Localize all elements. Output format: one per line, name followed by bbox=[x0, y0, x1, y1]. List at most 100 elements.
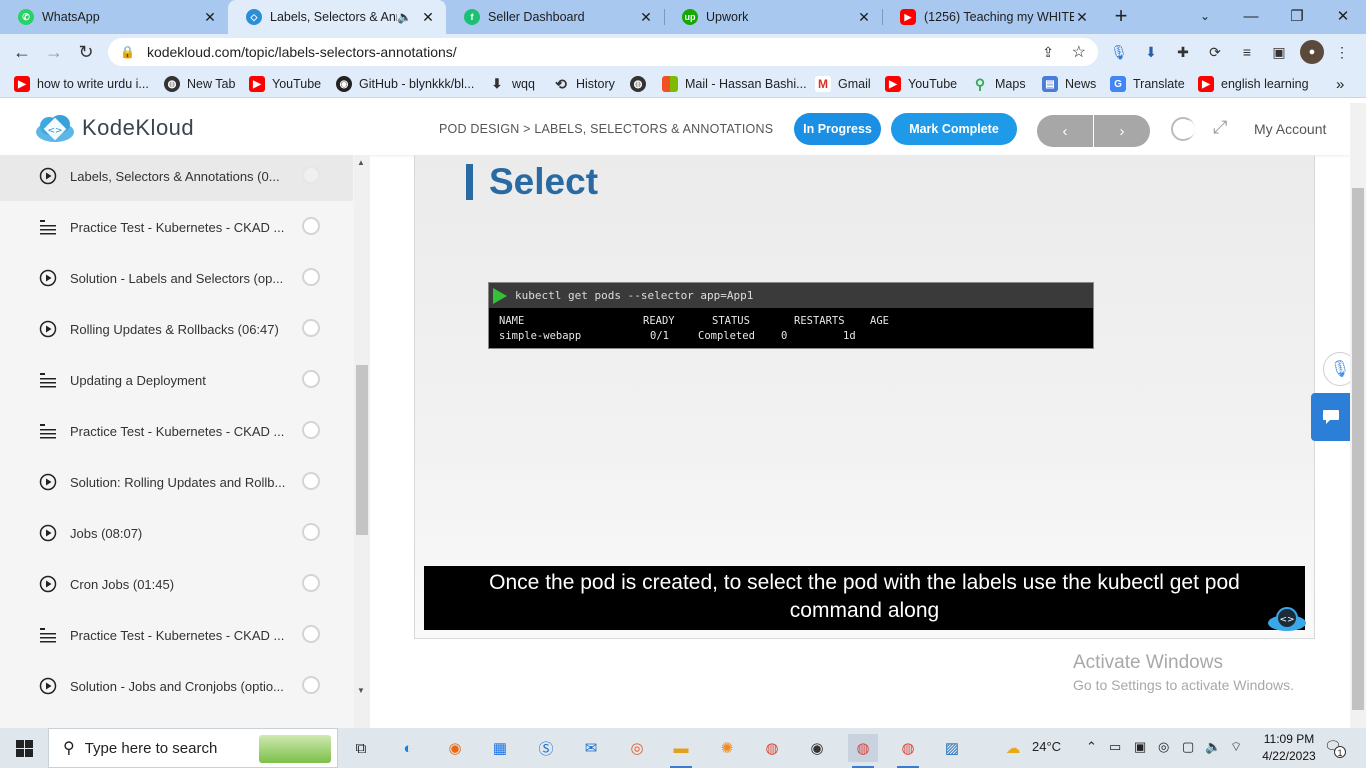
completion-circle[interactable] bbox=[302, 421, 320, 439]
completion-circle[interactable] bbox=[302, 217, 320, 235]
forward-button[interactable]: → bbox=[41, 39, 67, 65]
bookmark-item[interactable]: ▶ english learning bbox=[1198, 74, 1309, 94]
close-icon[interactable]: ✕ bbox=[420, 9, 436, 26]
system-clock[interactable]: 11:09 PM 4/22/2023 bbox=[1254, 731, 1324, 765]
taskbar-search[interactable]: ⚲ Type here to search bbox=[48, 728, 338, 768]
playlist-icon[interactable]: ≡ bbox=[1237, 42, 1257, 62]
lesson-item[interactable]: Rolling Updates & Rollbacks (06:47) bbox=[0, 306, 353, 354]
back-button[interactable]: ← bbox=[9, 39, 35, 65]
bookmark-item[interactable]: Mail - Hassan Bashi... bbox=[662, 74, 807, 94]
close-icon[interactable]: ✕ bbox=[1074, 9, 1090, 26]
camera-icon[interactable]: ◎ bbox=[1158, 739, 1169, 755]
restore-button[interactable]: ❐ bbox=[1274, 0, 1320, 32]
store-icon[interactable]: ▦ bbox=[485, 734, 515, 762]
share-icon[interactable]: ⇪ bbox=[1042, 44, 1054, 61]
lesson-item[interactable]: Cron Jobs (01:45) bbox=[0, 561, 353, 609]
monitor-icon[interactable]: ▣ bbox=[1134, 739, 1146, 755]
bookmark-item[interactable]: ▶ YouTube bbox=[885, 74, 957, 94]
close-icon[interactable]: ✕ bbox=[856, 9, 872, 26]
status-badge[interactable]: In Progress bbox=[794, 113, 881, 145]
tab-youtube[interactable]: ▶ (1256) Teaching my WHITE fi ✕ bbox=[882, 0, 1100, 34]
network-adapter-icon[interactable]: ▭ bbox=[1109, 739, 1121, 755]
completion-circle[interactable] bbox=[302, 370, 320, 388]
completion-circle[interactable] bbox=[302, 472, 320, 490]
extensions-icon[interactable]: ✚ bbox=[1173, 42, 1193, 62]
sidepanel-icon[interactable]: ▣ bbox=[1269, 42, 1289, 62]
tab-whatsapp[interactable]: ✆ WhatsApp ✕ bbox=[0, 0, 228, 34]
speaker-icon[interactable]: 🔈 bbox=[397, 10, 412, 24]
bookmarks-overflow-icon[interactable]: » bbox=[1336, 74, 1344, 94]
voice-extension-icon[interactable]: 🎙 bbox=[1109, 42, 1129, 62]
completion-circle[interactable] bbox=[302, 676, 320, 694]
display-icon[interactable]: ▢ bbox=[1182, 739, 1194, 755]
my-account-link[interactable]: My Account bbox=[1254, 121, 1326, 137]
sidebar-scroll-thumb[interactable] bbox=[356, 365, 368, 535]
weather-icon[interactable]: ☁ bbox=[998, 734, 1028, 762]
close-window-button[interactable]: ✕ bbox=[1320, 0, 1366, 32]
weather-temperature[interactable]: 24°C bbox=[1032, 739, 1061, 754]
bookmark-item[interactable]: ▶ how to write urdu i... bbox=[14, 74, 149, 94]
start-button[interactable] bbox=[0, 728, 48, 768]
scroll-up-icon[interactable]: ▲ bbox=[357, 158, 365, 167]
lesson-item[interactable]: Updating a Deployment bbox=[0, 357, 353, 405]
task-view-icon[interactable]: ⧉ bbox=[346, 734, 376, 762]
tab-kodekloud[interactable]: ◇ Labels, Selectors & Anno 🔈 ✕ bbox=[228, 0, 446, 34]
mail-icon[interactable]: ✉ bbox=[576, 734, 606, 762]
download-extension-icon[interactable]: ⬇ bbox=[1141, 42, 1161, 62]
lesson-item[interactable]: Practice Test - Kubernetes - CKAD ... bbox=[0, 204, 353, 252]
completion-circle[interactable] bbox=[302, 523, 320, 541]
chrome-active-icon[interactable]: ◍ bbox=[848, 734, 878, 768]
bookmark-item[interactable]: ⚲ Maps bbox=[972, 74, 1026, 94]
bookmark-star-icon[interactable]: ☆ bbox=[1072, 42, 1086, 62]
sync-icon[interactable]: ⟳ bbox=[1205, 42, 1225, 62]
lock-icon[interactable]: 🔒 bbox=[120, 45, 135, 59]
new-tab-button[interactable]: + bbox=[1098, 0, 1144, 32]
bookmark-item[interactable]: ◍ bbox=[630, 74, 653, 94]
fullscreen-icon[interactable]: ⤢ bbox=[1213, 117, 1227, 138]
mark-complete-button[interactable]: Mark Complete bbox=[891, 113, 1017, 145]
page-scroll-thumb[interactable] bbox=[1352, 188, 1364, 710]
dark-mode-toggle[interactable] bbox=[1171, 117, 1195, 141]
close-icon[interactable]: ✕ bbox=[638, 9, 654, 26]
wifi-icon[interactable]: ⌔ bbox=[1230, 739, 1242, 755]
completion-circle[interactable] bbox=[302, 166, 320, 184]
tab-seller-dashboard[interactable]: f Seller Dashboard ✕ bbox=[446, 0, 664, 34]
file-explorer-icon[interactable]: ▬ bbox=[666, 734, 696, 768]
lesson-item[interactable]: Solution - Jobs and Cronjobs (optio... bbox=[0, 663, 353, 711]
bookmark-item[interactable]: ◉ GitHub - blynkkk/bl... bbox=[336, 74, 474, 94]
bookmark-item[interactable]: ⟲ History bbox=[553, 74, 615, 94]
kodekloud-logo[interactable]: <> KodeKloud bbox=[34, 113, 194, 143]
obs-icon[interactable]: ◉ bbox=[802, 734, 832, 762]
chat-button[interactable] bbox=[1311, 393, 1350, 441]
notification-center-button[interactable]: 🗨 1 bbox=[1324, 738, 1346, 758]
close-icon[interactable]: ✕ bbox=[202, 9, 218, 26]
lesson-item[interactable]: Jobs (08:07) bbox=[0, 510, 353, 558]
chrome-icon[interactable]: ◍ bbox=[757, 734, 787, 762]
chrome-profile-icon[interactable]: ◍ bbox=[893, 734, 923, 768]
bookmark-item[interactable]: ▤ News bbox=[1042, 74, 1096, 94]
completion-circle[interactable] bbox=[302, 319, 320, 337]
lesson-item[interactable]: Solution - Labels and Selectors (op... bbox=[0, 255, 353, 303]
lesson-item[interactable]: Practice Test - Kubernetes - CKAD ... bbox=[0, 612, 353, 660]
bookmark-item[interactable]: M Gmail bbox=[815, 74, 871, 94]
completion-circle[interactable] bbox=[302, 268, 320, 286]
completion-circle[interactable] bbox=[302, 625, 320, 643]
firefox-icon[interactable]: ◉ bbox=[440, 734, 470, 762]
next-lesson-button[interactable]: › bbox=[1094, 115, 1150, 147]
scroll-down-icon[interactable]: ▼ bbox=[357, 686, 365, 695]
address-bar[interactable]: 🔒 kodekloud.com/topic/labels-selectors-a… bbox=[108, 38, 1098, 66]
bookmark-item[interactable]: ◍ New Tab bbox=[164, 74, 235, 94]
bookmark-item[interactable]: ⬇ wqq bbox=[489, 74, 535, 94]
snail-app-icon[interactable]: ◎ bbox=[622, 734, 652, 762]
menu-icon[interactable]: ⋮ bbox=[1332, 42, 1352, 62]
completion-circle[interactable] bbox=[302, 574, 320, 592]
tab-search-icon[interactable]: ⌄ bbox=[1182, 0, 1228, 32]
lesson-item[interactable]: Practice Test - Kubernetes - CKAD ... bbox=[0, 408, 353, 456]
bookmark-item[interactable]: G Translate bbox=[1110, 74, 1185, 94]
skype-icon[interactable]: Ⓢ bbox=[531, 734, 561, 762]
reload-button[interactable]: ↻ bbox=[73, 39, 99, 65]
bookmark-item[interactable]: ▶ YouTube bbox=[249, 74, 321, 94]
profile-avatar[interactable]: ● bbox=[1300, 40, 1324, 64]
prev-lesson-button[interactable]: ‹ bbox=[1037, 115, 1093, 147]
lesson-item[interactable]: Solution: Rolling Updates and Rollb... bbox=[0, 459, 353, 507]
